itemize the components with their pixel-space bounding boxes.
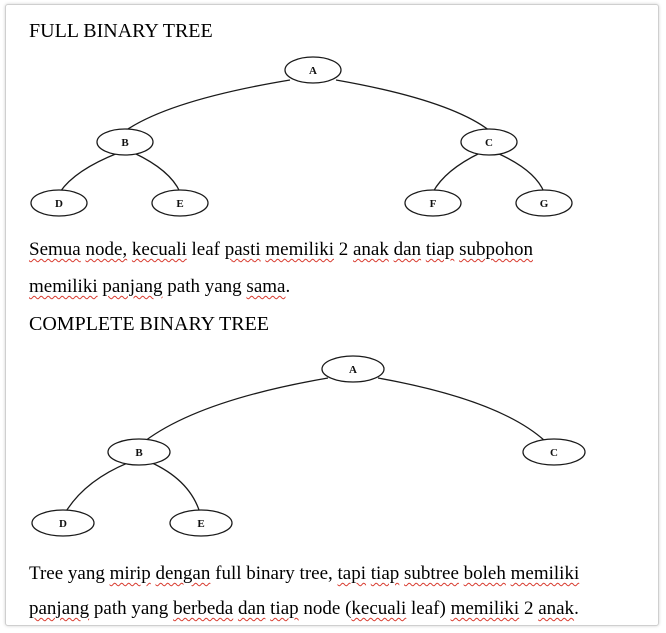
tree-node-b: B: [107, 438, 171, 466]
text-fragment: Tree yang: [29, 563, 110, 584]
tree-node-a: A: [321, 355, 385, 383]
tree-node-c: C: [522, 438, 586, 466]
text-fragment: path yang: [89, 598, 174, 619]
text-fragment: berbeda: [173, 598, 234, 619]
text-fragment: boleh: [463, 563, 506, 584]
edge-b-e: [149, 461, 201, 514]
svg-text:A: A: [349, 364, 357, 376]
edge-a-c: [377, 377, 546, 442]
text-fragment: .: [574, 598, 579, 619]
text-fragment: memiliki: [510, 563, 580, 584]
text-fragment: subtree: [404, 563, 459, 584]
text-fragment: leaf): [406, 598, 451, 619]
text-fragment: mirip: [109, 563, 151, 584]
complete-binary-tree-diagram: A B C D E: [31, 355, 586, 537]
tree-node-e: E: [169, 509, 233, 537]
text-fragment: anak: [538, 598, 575, 619]
edge-b-d: [64, 461, 131, 514]
text-fragment: 2: [519, 598, 539, 619]
svg-text:E: E: [197, 518, 204, 530]
text-fragment: node (: [298, 598, 352, 619]
text-fragment: dan: [237, 598, 266, 619]
text-fragment: dengan: [155, 563, 211, 584]
text-fragment: kecuali: [351, 598, 407, 619]
complete-tree-description-line1: Tree yang mirip dengan full binary tree,…: [29, 562, 579, 586]
text-fragment: memiliki: [450, 598, 520, 619]
edge-a-b: [144, 377, 329, 442]
text-fragment: tiap: [270, 598, 299, 619]
svg-text:B: B: [135, 447, 143, 459]
svg-text:D: D: [59, 518, 67, 530]
text-fragment: panjang: [29, 598, 90, 619]
svg-text:C: C: [550, 447, 558, 459]
tree-node-d: D: [31, 509, 95, 537]
text-fragment: tapi: [337, 563, 367, 584]
text-fragment: tiap: [370, 563, 400, 584]
text-fragment: full binary tree,: [210, 563, 338, 584]
complete-tree-description-line2: panjang path yang berbeda dan tiap node …: [29, 597, 579, 621]
